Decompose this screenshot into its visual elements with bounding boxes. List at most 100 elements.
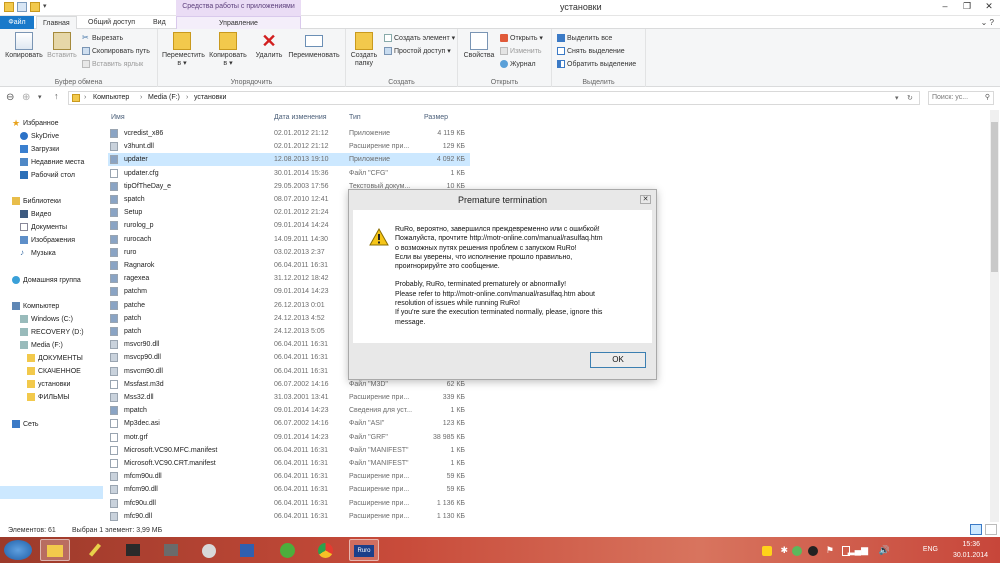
- move-to-button[interactable]: Переместить в ▾: [162, 32, 205, 68]
- app-taskbar-icon[interactable]: [194, 539, 224, 561]
- nav-computer[interactable]: Компьютер: [12, 302, 59, 310]
- column-type[interactable]: Тип: [349, 114, 361, 121]
- forward-icon[interactable]: ⊕: [22, 92, 30, 103]
- copy-to-button[interactable]: Копировать в ▾: [208, 32, 248, 68]
- tab-view[interactable]: Вид: [147, 16, 172, 29]
- new-folder-button[interactable]: Создать папку: [348, 32, 380, 68]
- file-row[interactable]: updater 12.08.2013 19:10 Приложение 4 092 К…: [108, 153, 470, 167]
- copy-path-button[interactable]: Скопировать путь: [82, 47, 150, 55]
- nav-video[interactable]: Видео: [20, 210, 51, 218]
- nav-folder-films[interactable]: ФИЛЬМЫ: [27, 393, 69, 401]
- file-row[interactable]: mpatch 09.01.2014 14:23 Сведения для уст..…: [108, 404, 470, 417]
- file-row[interactable]: updater.cfg 30.01.2014 15:36 Файл "CFG" 1 К…: [108, 167, 470, 180]
- app-taskbar-icon[interactable]: [156, 539, 186, 561]
- nav-desktop[interactable]: Рабочий стол: [20, 171, 75, 179]
- tray-time[interactable]: 15:36: [962, 541, 980, 548]
- maximize-button[interactable]: ❐: [956, 0, 978, 14]
- nav-folder-docs[interactable]: ДОКУМЕНТЫ: [27, 354, 83, 362]
- explorer-taskbar-icon[interactable]: [40, 539, 70, 561]
- cut-button[interactable]: ✂ Вырезать: [82, 34, 123, 42]
- nav-drive-f[interactable]: Media (F:): [20, 341, 63, 349]
- history-button[interactable]: Журнал: [500, 60, 536, 68]
- scrollbar-thumb[interactable]: [991, 122, 998, 272]
- breadcrumb-current[interactable]: установки: [194, 94, 226, 101]
- invert-selection-button[interactable]: Обратить выделение: [557, 60, 636, 68]
- file-row[interactable]: Mss32.dll 31.03.2001 13:41 Расширение при.…: [108, 391, 470, 404]
- column-name[interactable]: Имя: [111, 114, 125, 121]
- tab-file[interactable]: Файл: [0, 16, 34, 29]
- nav-pictures[interactable]: Изображения: [20, 236, 75, 244]
- column-date[interactable]: Дата изменения: [274, 114, 327, 121]
- file-row[interactable]: Microsoft.VC90.CRT.manifest 06.04.2011 16…: [108, 457, 470, 470]
- chevron-down-icon[interactable]: ▾: [895, 94, 899, 102]
- ribbon-expand-icon[interactable]: ⌄ ?: [981, 18, 994, 27]
- vertical-scrollbar[interactable]: [990, 110, 999, 522]
- address-bar[interactable]: › Компьютер › Media (F:) › установки ▾ ↻: [68, 91, 920, 105]
- recent-locations-icon[interactable]: ▾: [38, 93, 42, 101]
- tab-share[interactable]: Общий доступ: [82, 16, 141, 29]
- tray-flag-icon[interactable]: ⚑: [826, 545, 834, 556]
- select-none-button[interactable]: Снять выделение: [557, 47, 625, 55]
- select-all-button[interactable]: Выделить все: [557, 34, 612, 42]
- ok-button[interactable]: OK: [590, 352, 646, 368]
- ruro-taskbar-icon[interactable]: Ruro: [349, 539, 379, 561]
- properties-button[interactable]: Свойства: [462, 32, 496, 60]
- copy-button[interactable]: Копировать: [4, 32, 44, 60]
- nav-drive-d[interactable]: RECOVERY (D:): [20, 328, 84, 336]
- large-icons-view-icon[interactable]: [985, 524, 997, 535]
- file-row[interactable]: v3hunt.dll 02.01.2012 21:12 Расширение при…: [108, 140, 470, 153]
- column-size[interactable]: Размер: [424, 114, 448, 121]
- utorrent-taskbar-icon[interactable]: [272, 539, 302, 561]
- edit-button[interactable]: Изменить: [500, 47, 542, 55]
- file-row[interactable]: mfcm90u.dll 06.04.2011 16:31 Расширение пр…: [108, 470, 470, 483]
- language-indicator[interactable]: ENG: [923, 546, 938, 553]
- nav-downloads[interactable]: Загрузки: [20, 145, 59, 153]
- nav-favorites[interactable]: ★ Избранное: [12, 119, 58, 128]
- nav-skydrive[interactable]: SkyDrive: [20, 132, 59, 140]
- details-view-icon[interactable]: [970, 524, 982, 535]
- new-item-button[interactable]: Создать элемент ▾: [384, 34, 455, 42]
- file-row[interactable]: vcredist_x86 02.01.2012 21:12 Приложение 4 …: [108, 127, 470, 140]
- breadcrumb-media[interactable]: Media (F:): [148, 94, 180, 101]
- tab-home[interactable]: Главная: [36, 16, 77, 29]
- tray-app-icon[interactable]: [792, 546, 802, 556]
- easy-access-button[interactable]: Простой доступ ▾: [384, 47, 451, 55]
- rename-button[interactable]: Переименовать: [286, 32, 342, 60]
- nav-folder-downloaded[interactable]: СКАЧЕННОЕ: [27, 367, 81, 375]
- up-arrow-icon[interactable]: ↑: [54, 91, 59, 101]
- tray-volume-icon[interactable]: 🔊: [879, 545, 890, 556]
- refresh-icon[interactable]: ↻: [907, 94, 913, 102]
- file-row[interactable]: mfc90.dll 06.04.2011 16:31 Расширение при.…: [108, 510, 470, 523]
- file-row[interactable]: Microsoft.VC90.MFC.manifest 06.04.2011 16…: [108, 444, 470, 457]
- dialog-close-button[interactable]: ✕: [640, 195, 651, 204]
- tab-manage[interactable]: Управление: [176, 16, 301, 29]
- chevron-down-icon[interactable]: ▾: [43, 2, 53, 12]
- pen-app-taskbar-icon[interactable]: [80, 539, 110, 561]
- delete-button[interactable]: ✕ Удалить: [254, 32, 284, 60]
- start-button[interactable]: [4, 540, 32, 560]
- properties-icon[interactable]: [17, 2, 27, 12]
- search-input[interactable]: Поиск: ус... ⚲: [928, 91, 994, 105]
- nav-homegroup[interactable]: Домашняя группа: [12, 276, 81, 284]
- tray-date[interactable]: 30.01.2014: [953, 552, 988, 559]
- app-taskbar-icon[interactable]: [232, 539, 262, 561]
- nav-documents[interactable]: Документы: [20, 223, 67, 231]
- file-row[interactable]: Mp3dec.asi 06.07.2002 14:16 Файл "ASI" 123 …: [108, 417, 470, 430]
- tray-bluetooth-icon[interactable]: ✱: [780, 545, 788, 556]
- nav-libraries[interactable]: Библиотеки: [12, 197, 61, 205]
- open-button[interactable]: Открыть ▾: [500, 34, 543, 42]
- file-row[interactable]: motr.grf 09.01.2014 14:23 Файл "GRF" 38 985…: [108, 431, 470, 444]
- nav-recent[interactable]: Недавние места: [20, 158, 84, 166]
- paste-shortcut-button[interactable]: Вставить ярлык: [82, 60, 143, 68]
- close-button[interactable]: ✕: [978, 0, 1000, 14]
- paste-button[interactable]: Вставить: [46, 32, 78, 60]
- tray-app-icon[interactable]: [762, 546, 772, 556]
- tray-signal-icon[interactable]: ▂▄▆: [848, 545, 868, 556]
- minimize-button[interactable]: –: [934, 0, 956, 14]
- nav-music[interactable]: ♪ Музыка: [20, 249, 56, 257]
- file-row[interactable]: mfc90u.dll 06.04.2011 16:31 Расширение при…: [108, 497, 470, 510]
- nav-network[interactable]: Сеть: [12, 420, 39, 428]
- tray-app-icon[interactable]: [808, 546, 818, 556]
- new-folder-icon[interactable]: [30, 2, 40, 12]
- breadcrumb-computer[interactable]: Компьютер: [93, 94, 129, 101]
